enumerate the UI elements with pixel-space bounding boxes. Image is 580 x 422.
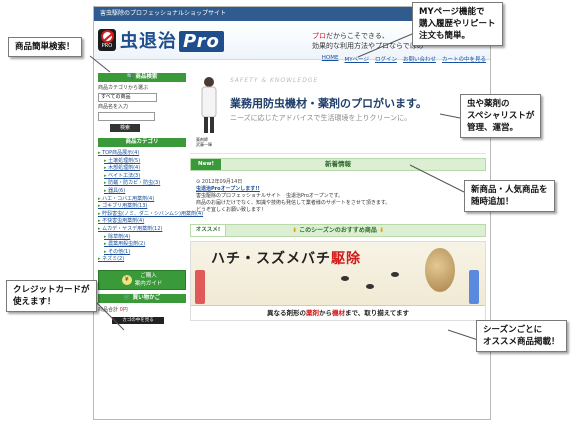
callout-search: 商品簡単検索！ <box>8 37 82 57</box>
callout-specialist: 虫や薬剤の スペシャリストが 管理、運営。 <box>460 94 542 138</box>
callout-credit: クレジットカードが 使えます！ <box>6 280 97 312</box>
callout-mypage: MYページ機能で 購入履歴やリピート 注文も簡単。 <box>412 2 503 46</box>
callout-season: シーズンごとに オススメ商品掲載！ <box>476 320 567 352</box>
callout-news: 新商品・人気商品を 随時追加！ <box>464 180 555 212</box>
